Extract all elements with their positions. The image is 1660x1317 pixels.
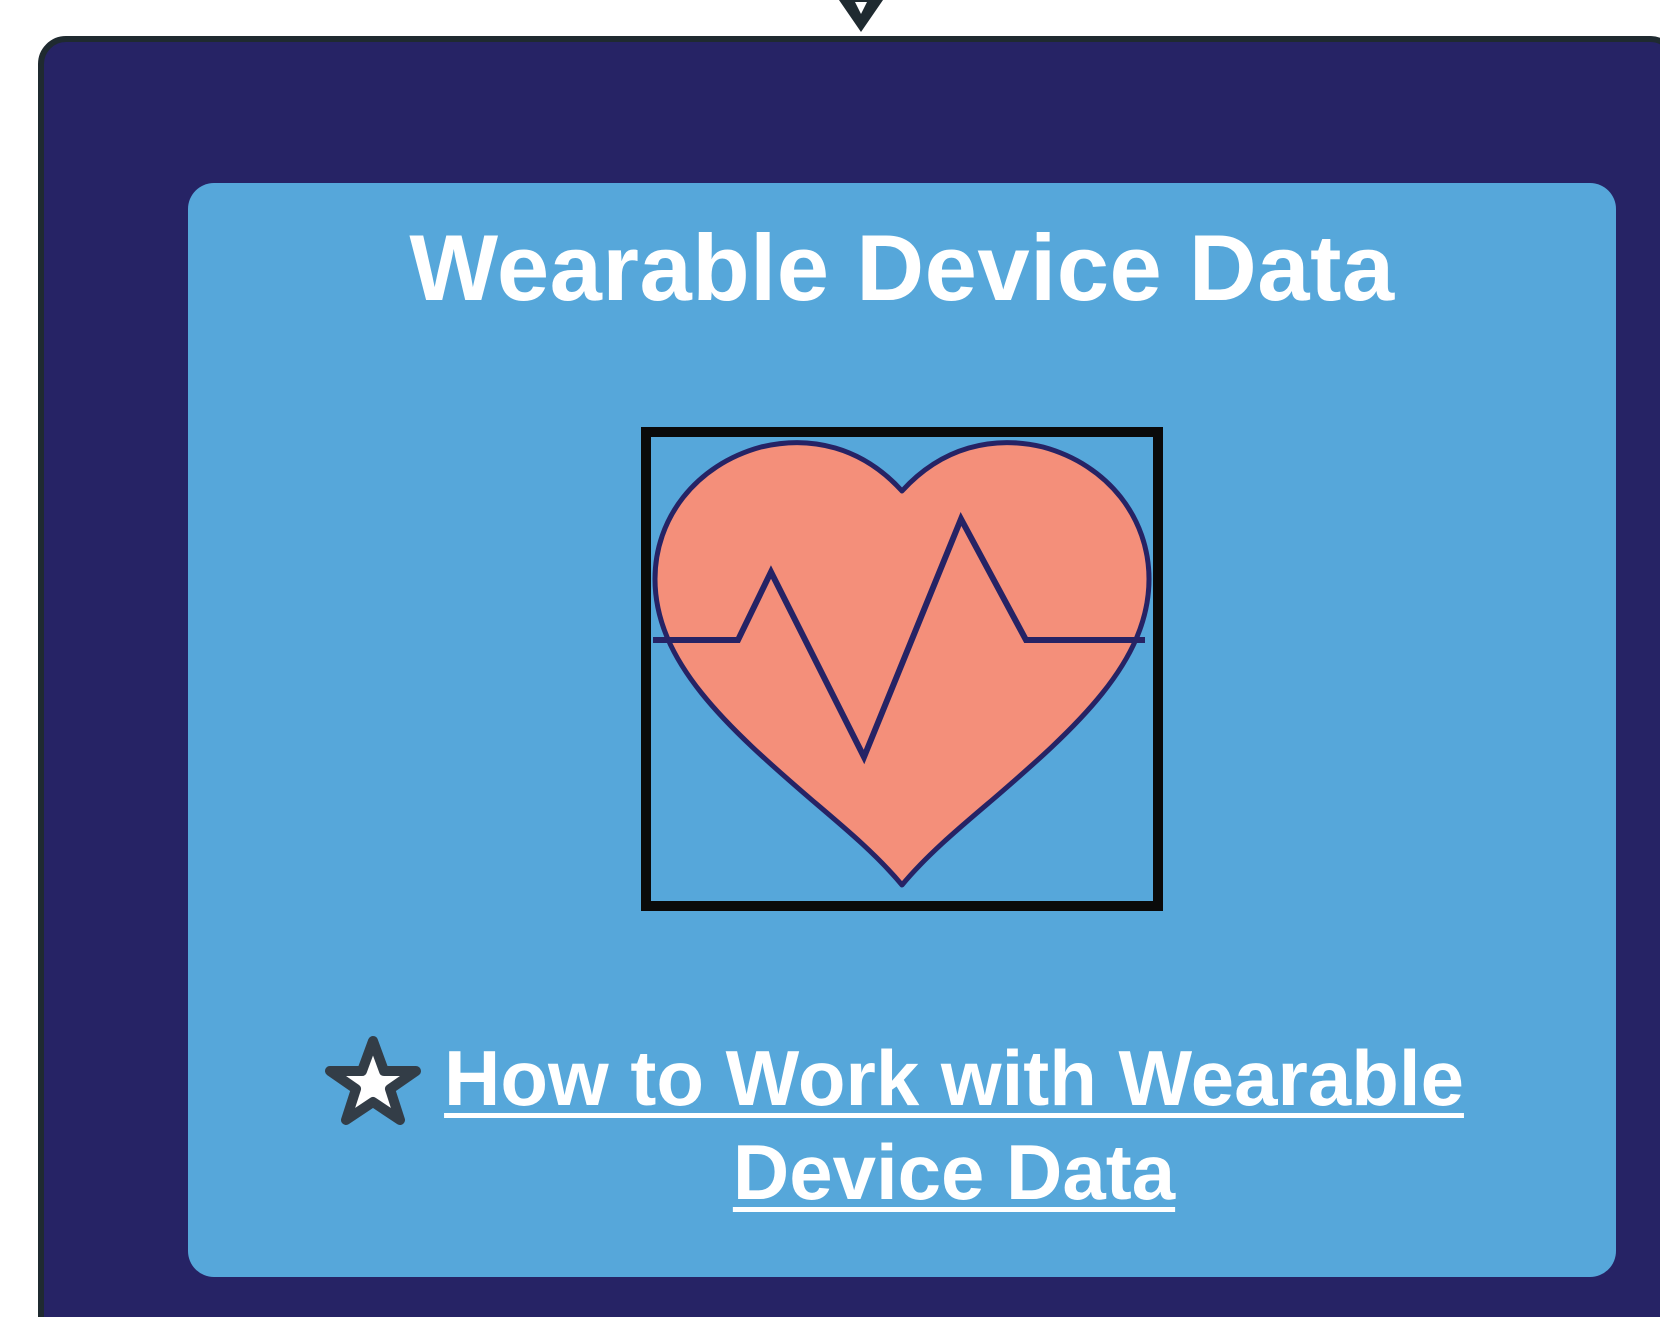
heart-pulse-icon [641, 427, 1163, 911]
arrow-down-icon [839, 0, 883, 32]
how-to-work-link[interactable]: How to Work with Wearable Device Data [418, 1031, 1490, 1219]
link-row: How to Work with Wearable Device Data [318, 1031, 1486, 1261]
outer-node-frame: Wearable Device Data How to Work with We… [38, 36, 1660, 1317]
diagram-canvas: Wearable Device Data How to Work with We… [0, 0, 1660, 1317]
star-icon [325, 1036, 421, 1125]
card-title: Wearable Device Data [409, 215, 1395, 320]
wearable-data-card: Wearable Device Data How to Work with We… [188, 183, 1616, 1277]
